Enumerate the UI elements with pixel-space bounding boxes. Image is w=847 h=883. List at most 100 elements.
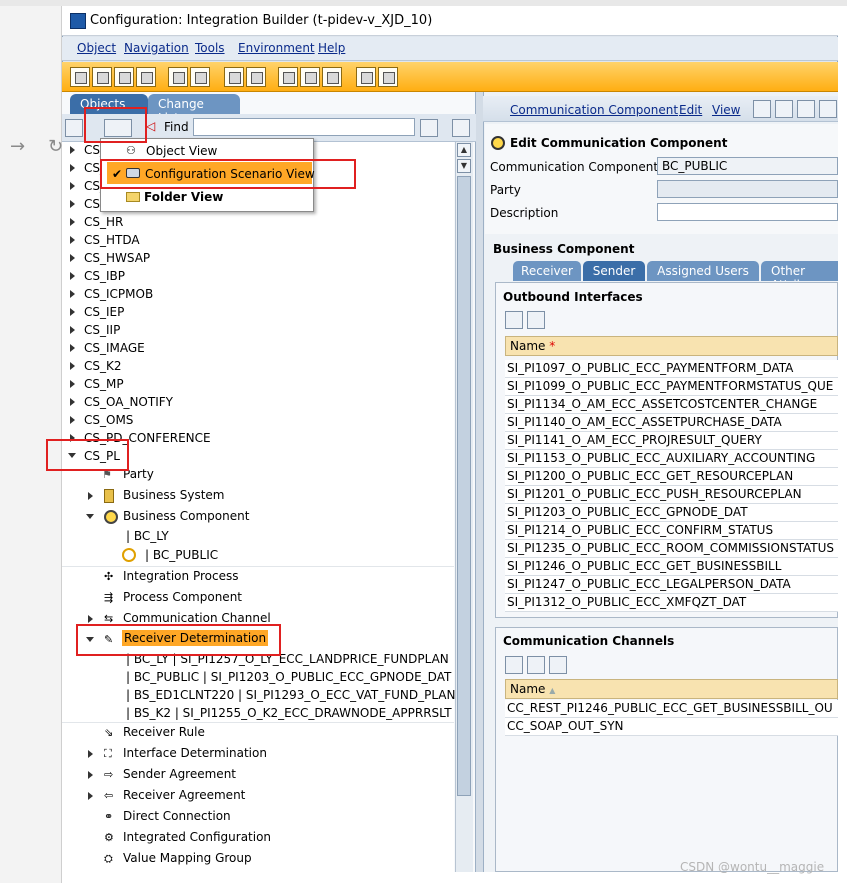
expand-icon[interactable] bbox=[70, 164, 75, 172]
menu-tools[interactable]: Tools bbox=[195, 41, 225, 55]
column-name: Name bbox=[510, 339, 546, 353]
expand-icon[interactable] bbox=[70, 290, 75, 298]
direct-connection-icon: ⚭ bbox=[104, 810, 114, 823]
stop-icon[interactable] bbox=[452, 119, 470, 137]
tab-other-attributes[interactable]: Other Attribu bbox=[761, 261, 838, 281]
list-icon[interactable] bbox=[322, 67, 342, 87]
channel-row[interactable]: CC_SOAP_OUT_SYN bbox=[505, 718, 838, 736]
menu-environment[interactable]: Environment bbox=[238, 41, 315, 55]
tree-label: Direct Connection bbox=[123, 809, 231, 823]
link-view[interactable]: View bbox=[712, 103, 740, 117]
open-channel-icon[interactable] bbox=[527, 656, 545, 674]
expand-icon[interactable] bbox=[70, 362, 75, 370]
tree-label: CS_HTDA bbox=[84, 233, 140, 247]
activate-icon[interactable] bbox=[356, 67, 376, 87]
business-component-icon bbox=[104, 510, 118, 524]
expand-icon[interactable] bbox=[88, 615, 93, 623]
expand-icon[interactable] bbox=[70, 344, 75, 352]
outbound-row[interactable]: SI_PI1203_O_PUBLIC_ECC_GPNODE_DAT bbox=[505, 504, 838, 522]
compare-icon[interactable] bbox=[190, 67, 210, 87]
tab-receiver[interactable]: Receiver bbox=[513, 261, 581, 281]
outbound-row[interactable]: SI_PI1214_O_PUBLIC_ECC_CONFIRM_STATUS bbox=[505, 522, 838, 540]
menu-object[interactable]: Object bbox=[77, 41, 116, 55]
outbound-row[interactable]: SI_PI1235_O_PUBLIC_ECC_ROOM_COMMISSIONST… bbox=[505, 540, 838, 558]
link-edit[interactable]: Edit bbox=[679, 103, 702, 117]
dropdown-item-label: Folder View bbox=[144, 190, 224, 204]
outbound-row[interactable]: SI_PI1097_O_PUBLIC_ECC_PAYMENTFORM_DATA bbox=[505, 360, 838, 378]
tree-label: Business Component bbox=[123, 509, 250, 523]
expand-icon[interactable] bbox=[70, 236, 75, 244]
menu-navigation[interactable]: Navigation bbox=[124, 41, 189, 55]
menu-help[interactable]: Help bbox=[318, 41, 345, 55]
navigate-icon[interactable] bbox=[224, 67, 244, 87]
find-input[interactable] bbox=[193, 118, 415, 136]
refresh-icon[interactable] bbox=[65, 119, 83, 137]
expand-icon[interactable] bbox=[70, 272, 75, 280]
outbound-row[interactable]: SI_PI1200_O_PUBLIC_ECC_GET_RESOURCEPLAN bbox=[505, 468, 838, 486]
browser-reload-icon: ↻ bbox=[48, 136, 64, 157]
delete-icon[interactable] bbox=[136, 67, 156, 87]
expand-icon[interactable] bbox=[70, 200, 75, 208]
expand-icon[interactable] bbox=[70, 416, 75, 424]
pane-splitter[interactable] bbox=[476, 92, 483, 872]
integration-process-icon: ✣ bbox=[104, 570, 114, 583]
expand-icon[interactable] bbox=[88, 492, 93, 500]
binoculars-icon[interactable] bbox=[420, 119, 438, 137]
link-communication-component[interactable]: Communication Component bbox=[510, 103, 678, 117]
history-icon[interactable] bbox=[246, 67, 266, 87]
tree-label: CS_IMAGE bbox=[84, 341, 145, 355]
save-icon[interactable] bbox=[775, 100, 793, 118]
outbound-row[interactable]: SI_PI1153_O_PUBLIC_ECC_AUXILIARY_ACCOUNT… bbox=[505, 450, 838, 468]
tab-assigned-users[interactable]: Assigned Users bbox=[647, 261, 759, 281]
integrated-configuration-icon: ⚙ bbox=[104, 831, 114, 844]
copy-icon[interactable] bbox=[114, 67, 134, 87]
forward-arrow-icon[interactable] bbox=[300, 67, 320, 87]
delete-channel-icon[interactable] bbox=[549, 656, 567, 674]
collapse-icon[interactable] bbox=[86, 514, 94, 519]
glasses-icon[interactable] bbox=[753, 100, 771, 118]
outbound-row[interactable]: SI_PI1246_O_PUBLIC_ECC_GET_BUSINESSBILL bbox=[505, 558, 838, 576]
scroll-down-icon[interactable]: ▼ bbox=[457, 159, 471, 173]
add-row-icon[interactable] bbox=[505, 311, 523, 329]
remove-row-icon[interactable] bbox=[527, 311, 545, 329]
channels-grid-header[interactable]: Name ▲ bbox=[505, 679, 838, 699]
expand-icon[interactable] bbox=[88, 750, 93, 758]
new-icon[interactable] bbox=[70, 67, 90, 87]
outbound-grid-header[interactable]: Name * bbox=[505, 336, 838, 356]
description-field[interactable] bbox=[657, 203, 838, 221]
tree-scrollbar-thumb[interactable] bbox=[457, 176, 471, 796]
expand-icon[interactable] bbox=[70, 254, 75, 262]
tree-label: Value Mapping Group bbox=[123, 851, 252, 865]
outbound-row[interactable]: SI_PI1141_O_AM_ECC_PROJRESULT_QUERY bbox=[505, 432, 838, 450]
outbound-row[interactable]: SI_PI1201_O_PUBLIC_ECC_PUSH_RESOURCEPLAN bbox=[505, 486, 838, 504]
app-icon bbox=[70, 13, 86, 29]
expand-icon[interactable] bbox=[70, 218, 75, 226]
tree-label: Receiver Rule bbox=[123, 725, 205, 739]
expand-icon[interactable] bbox=[70, 398, 75, 406]
new-channel-icon[interactable] bbox=[505, 656, 523, 674]
expand-icon[interactable] bbox=[70, 380, 75, 388]
outbound-row[interactable]: SI_PI1140_O_AM_ECC_ASSETPURCHASE_DATA bbox=[505, 414, 838, 432]
watermark: CSDN @wontu__maggie bbox=[680, 860, 825, 874]
scroll-up-icon[interactable]: ▲ bbox=[457, 143, 471, 157]
outbound-row[interactable]: SI_PI1134_O_AM_ECC_ASSETCOSTCENTER_CHANG… bbox=[505, 396, 838, 414]
expand-icon[interactable] bbox=[70, 146, 75, 154]
channel-row[interactable]: CC_REST_PI1246_PUBLIC_ECC_GET_BUSINESSBI… bbox=[505, 700, 838, 718]
options-icon[interactable] bbox=[819, 100, 837, 118]
tab-sender[interactable]: Sender bbox=[583, 261, 645, 281]
expand-icon[interactable] bbox=[88, 792, 93, 800]
outbound-row[interactable]: SI_PI1247_O_PUBLIC_ECC_LEGALPERSON_DATA bbox=[505, 576, 838, 594]
outbound-row[interactable]: SI_PI1099_O_PUBLIC_ECC_PAYMENTFORMSTATUS… bbox=[505, 378, 838, 396]
tab-change-lists[interactable]: Change Lists bbox=[148, 94, 240, 125]
back-arrow-icon[interactable] bbox=[278, 67, 298, 87]
duplicate-icon[interactable] bbox=[168, 67, 188, 87]
comm-component-label: Communication Component bbox=[490, 160, 659, 174]
edit-icon[interactable] bbox=[92, 67, 112, 87]
expand-icon[interactable] bbox=[70, 326, 75, 334]
expand-icon[interactable] bbox=[70, 308, 75, 316]
expand-icon[interactable] bbox=[88, 771, 93, 779]
copy-window-icon[interactable] bbox=[797, 100, 815, 118]
outbound-row[interactable]: SI_PI1312_O_PUBLIC_ECC_XMFQZT_DAT bbox=[505, 594, 838, 612]
expand-icon[interactable] bbox=[70, 182, 75, 190]
wizard-icon[interactable] bbox=[378, 67, 398, 87]
